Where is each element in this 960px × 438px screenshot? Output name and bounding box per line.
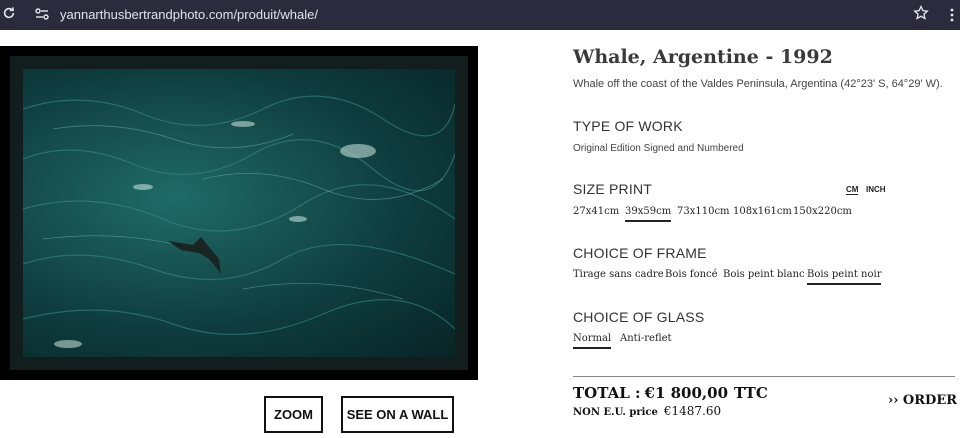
choice-of-glass-heading: CHOICE OF GLASS <box>573 309 705 325</box>
reload-icon[interactable] <box>2 6 16 20</box>
see-on-wall-button[interactable]: SEE ON A WALL <box>341 396 454 433</box>
total-label: TOTAL : <box>573 384 641 402</box>
size-print-heading: SIZE PRINT <box>573 181 653 197</box>
order-button[interactable]: ›› ORDER <box>888 393 957 408</box>
frame-option-selected[interactable]: Bois peint noir <box>807 269 882 285</box>
artwork-photo[interactable] <box>23 69 455 357</box>
star-icon[interactable] <box>913 5 929 21</box>
glass-option[interactable]: Anti-reflet <box>620 333 672 347</box>
non-eu-price: NON E.U. price €1487.60 <box>573 404 721 418</box>
total-amount: €1 800,00 <box>644 384 729 402</box>
artwork-frame <box>0 46 478 380</box>
non-eu-amount: €1487.60 <box>663 404 722 418</box>
frame-option[interactable]: Bois peint blanc <box>723 269 805 283</box>
menu-icon[interactable] <box>949 7 955 23</box>
frame-option[interactable]: Tirage sans cadre <box>573 269 664 283</box>
unit-inch-toggle[interactable]: INCH <box>866 185 886 194</box>
frame-option[interactable]: Bois foncé <box>665 269 718 283</box>
size-option[interactable]: 108x161cm <box>733 206 792 220</box>
address-bar-url[interactable]: yannarthusbertrandphoto.com/produit/whal… <box>60 7 318 22</box>
size-option[interactable]: 27x41cm <box>573 206 619 220</box>
size-option[interactable]: 150x220cm <box>793 206 852 220</box>
unit-cm-toggle[interactable]: CM <box>846 185 859 195</box>
product-title: Whale, Argentine - 1992 <box>573 46 833 68</box>
site-info-icon[interactable] <box>34 6 50 22</box>
non-eu-label: NON E.U. price <box>573 407 658 418</box>
browser-toolbar: yannarthusbertrandphoto.com/produit/whal… <box>0 0 960 30</box>
artwork-mat <box>10 56 468 370</box>
size-option[interactable]: 73x110cm <box>677 206 730 220</box>
product-description: Whale off the coast of the Valdes Penins… <box>573 78 943 90</box>
size-option-selected[interactable]: 39x59cm <box>625 206 672 222</box>
total-suffix: TTC <box>734 384 768 402</box>
ocean-texture <box>23 95 455 348</box>
price-divider <box>573 376 955 377</box>
total-price: TOTAL : €1 800,00 TTC <box>573 384 768 402</box>
choice-of-frame-heading: CHOICE OF FRAME <box>573 245 707 261</box>
type-of-work-value: Original Edition Signed and Numbered <box>573 143 744 154</box>
whale-tail <box>168 237 221 274</box>
glass-option-selected[interactable]: Normal <box>573 333 612 349</box>
zoom-button[interactable]: ZOOM <box>264 396 323 433</box>
type-of-work-heading: TYPE OF WORK <box>573 118 683 134</box>
